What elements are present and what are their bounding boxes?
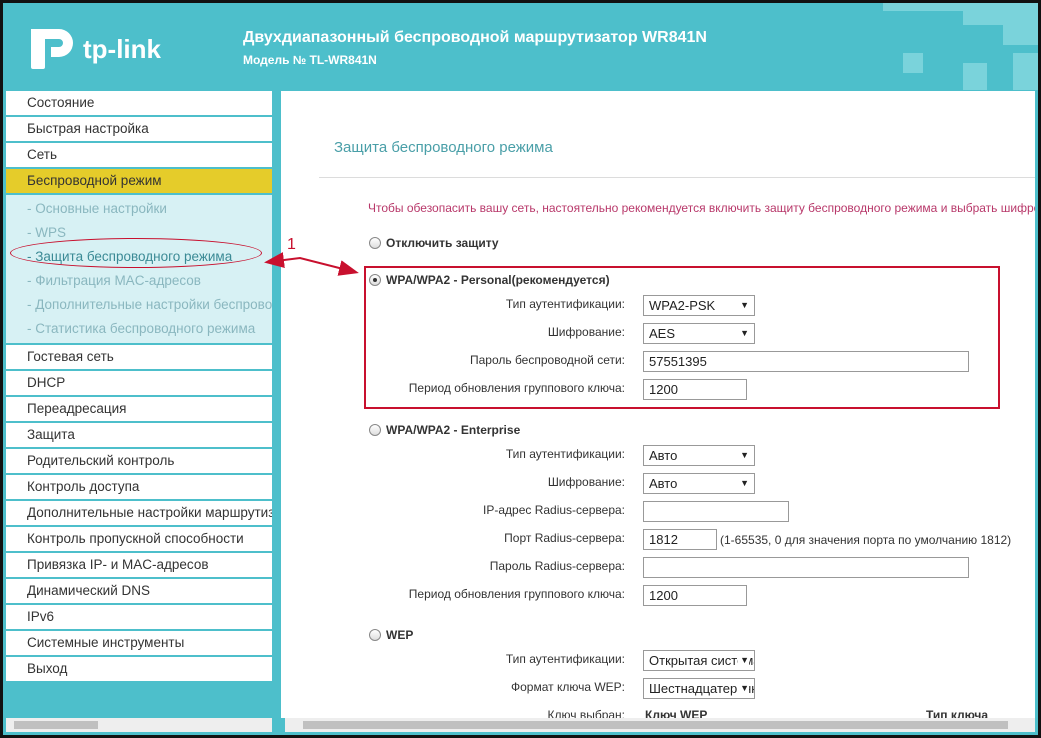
router-model: Модель № TL-WR841N [243,53,377,67]
sidebar-item-security[interactable]: Защита [6,423,272,447]
wireless-password-input[interactable]: 57551395 [643,351,969,372]
sidebar-menu: Состояние Быстрая настройка Сеть Беспров… [6,91,272,681]
select-value: Авто [649,476,678,491]
main-scrollbar-thumb[interactable] [303,721,1008,729]
sidebar-item-forwarding[interactable]: Переадресация [6,397,272,421]
wep-auth-select[interactable]: Открытая система ▼ [643,650,755,671]
radio-wpa-enterprise[interactable]: WPA/WPA2 - Enterprise [369,423,520,437]
personal-auth-label: Тип аутентификации: [505,297,625,311]
wep-format-label: Формат ключа WEP: [510,680,625,694]
wireless-submenu: - Основные настройки - WPS - Защита бесп… [6,195,272,343]
radio-icon[interactable] [369,629,381,641]
dropdown-arrow-icon: ▼ [738,679,749,698]
personal-period-label: Период обновления группового ключа: [408,381,625,395]
radius-pass-input[interactable] [643,557,969,578]
router-title: Двухдиапазонный беспроводной маршрутизат… [243,29,707,46]
main-horizontal-scrollbar[interactable] [285,718,1035,732]
radio-label: Отключить защиту [386,236,499,250]
radius-port-hint: (1-65535, 0 для значения порта по умолча… [720,533,1012,547]
sidebar-item-wireless[interactable]: Беспроводной режим [6,169,272,193]
annotation-number: 1 [287,236,296,253]
enterprise-enc-label: Шифрование: [547,475,625,489]
sidebar-item-ip-mac-binding[interactable]: Привязка IP- и MAC-адресов [6,553,272,577]
sidebar-scrollbar-thumb[interactable] [14,721,98,729]
sidebar-item-quick-setup[interactable]: Быстрая настройка [6,117,272,141]
title-divider [319,177,1035,178]
radio-icon[interactable] [369,424,381,436]
radio-wep[interactable]: WEP [369,628,413,642]
radio-icon[interactable] [369,237,381,249]
dropdown-arrow-icon: ▼ [740,328,749,338]
radius-ip-input[interactable] [643,501,789,522]
page-title: Защита беспроводного режима [334,139,553,156]
sidebar-subitem-statistics[interactable]: - Статистика беспроводного режима [6,317,272,341]
radius-port-input[interactable]: 1812 [643,529,717,550]
sidebar-item-logout[interactable]: Выход [6,657,272,681]
radio-label: WEP [386,628,414,642]
personal-auth-select[interactable]: WPA2-PSK ▼ [643,295,755,316]
tp-link-logo-icon [25,23,77,75]
dropdown-arrow-icon: ▼ [740,478,749,488]
sidebar-item-network[interactable]: Сеть [6,143,272,167]
sidebar-item-access-control[interactable]: Контроль доступа [6,475,272,499]
logo-text: tp-link [83,33,161,64]
header: tp-link Двухдиапазонный беспроводной мар… [3,3,1038,90]
radio-label: WPA/WPA2 - Personal(рекомендуется) [386,273,610,287]
annotation-ellipse [10,238,262,268]
personal-enc-select[interactable]: AES ▼ [643,323,755,344]
sidebar-item-dhcp[interactable]: DHCP [6,371,272,395]
select-value: WPA2-PSK [649,298,716,313]
security-notice: Чтобы обезопасить вашу сеть, настоятельн… [368,201,1035,215]
select-value: AES [649,326,676,341]
sidebar-item-system-tools[interactable]: Системные инструменты [6,631,272,655]
sidebar-scrollbar[interactable] [6,718,272,732]
enterprise-period-label: Период обновления группового ключа: [408,587,625,601]
personal-pass-label: Пароль беспроводной сети: [469,353,625,367]
personal-period-input[interactable]: 1200 [643,379,747,400]
enterprise-period-input[interactable]: 1200 [643,585,747,606]
radio-label: WPA/WPA2 - Enterprise [386,423,521,437]
sidebar-item-status[interactable]: Состояние [6,91,272,115]
sidebar-item-ipv6[interactable]: IPv6 [6,605,272,629]
select-value: Авто [649,448,678,463]
enterprise-auth-label: Тип аутентификации: [505,447,625,461]
radio-icon[interactable] [369,274,381,286]
wep-format-select[interactable]: Шестнадцатеричный▼ [643,678,755,699]
wep-key-selected-label: Ключ выбран: [547,708,626,718]
enterprise-enc-select[interactable]: Авто ▼ [643,473,755,494]
radio-disable-security[interactable]: Отключить защиту [369,236,499,250]
dropdown-arrow-icon: ▼ [740,450,749,460]
enterprise-auth-select[interactable]: Авто ▼ [643,445,755,466]
sidebar-subitem-basic[interactable]: - Основные настройки [6,197,272,221]
main-panel: Защита беспроводного режима Чтобы обезоп… [281,91,1035,718]
sidebar-subitem-mac-filter[interactable]: - Фильтрация MAC-адресов [6,269,272,293]
sidebar-item-ddns[interactable]: Динамический DNS [6,579,272,603]
radius-pass-label: Пароль Radius-сервера: [489,559,625,573]
wep-auth-label: Тип аутентификации: [505,652,625,666]
radio-wpa-personal[interactable]: WPA/WPA2 - Personal(рекомендуется) [369,273,610,287]
dropdown-arrow-icon: ▼ [738,651,749,670]
dropdown-arrow-icon: ▼ [740,300,749,310]
wep-col-type: Тип ключа [926,708,989,718]
tp-link-logo[interactable]: tp-link [25,23,161,75]
sidebar-item-bandwidth[interactable]: Контроль пропускной способности [6,527,272,551]
wep-col-key: Ключ WEP [645,708,708,718]
sidebar-item-parental[interactable]: Родительский контроль [6,449,272,473]
personal-enc-label: Шифрование: [547,325,625,339]
radius-port-label: Порт Radius-сервера: [504,531,625,545]
radius-ip-label: IP-адрес Radius-сервера: [483,503,625,517]
sidebar-item-routing[interactable]: Дополнительные настройки маршрутизации [6,501,272,525]
sidebar-item-guest[interactable]: Гостевая сеть [6,345,272,369]
sidebar-subitem-advanced[interactable]: - Дополнительные настройки беспроводного… [6,293,272,317]
